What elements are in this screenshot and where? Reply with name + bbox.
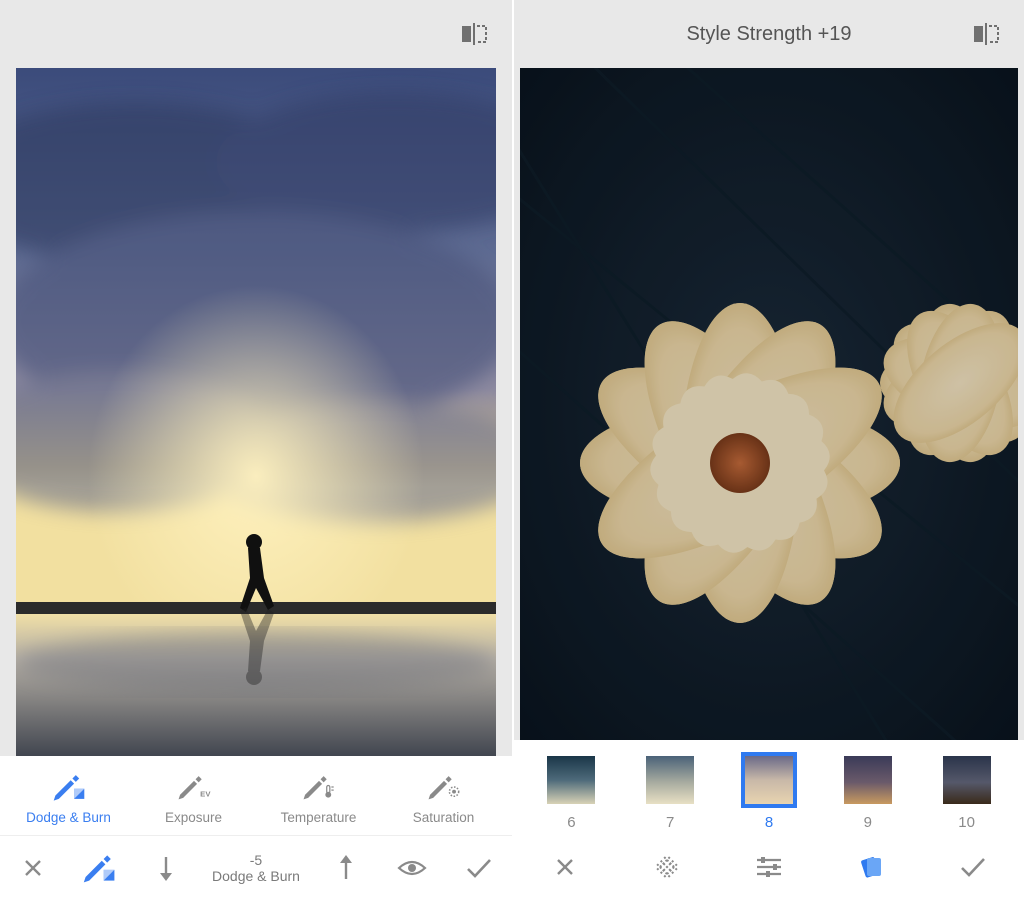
increase-button[interactable] — [318, 855, 374, 881]
value-stepper: -5 Dodge & Burn — [138, 852, 374, 884]
slider-label: Dodge & Burn — [212, 868, 300, 884]
value-readout: -5 Dodge & Burn — [212, 852, 300, 884]
tool-exposure[interactable]: EV Exposure — [144, 770, 244, 825]
left-bottombar: -5 Dodge & Burn — [0, 835, 512, 899]
brush-settings-button[interactable] — [72, 853, 128, 883]
thumb-label: 10 — [958, 814, 975, 831]
tool-temperature[interactable]: Temperature — [269, 770, 369, 825]
style-thumbnail-row: 6 7 8 9 10 — [514, 740, 1024, 835]
style-swatch — [939, 752, 995, 808]
svg-text:EV: EV — [200, 789, 211, 798]
tool-label: Dodge & Burn — [26, 810, 111, 825]
tool-label: Exposure — [165, 810, 222, 825]
cancel-button[interactable] — [530, 855, 600, 879]
style-swatch — [543, 752, 599, 808]
compare-icon[interactable] — [460, 22, 488, 51]
slider-value: -5 — [212, 852, 300, 868]
thumb-label: 7 — [666, 814, 674, 831]
compare-icon[interactable] — [972, 22, 1000, 51]
style-swatch — [840, 752, 896, 808]
style-thumb-7[interactable]: 7 — [642, 752, 698, 831]
tool-label: Temperature — [281, 810, 357, 825]
adjust-sliders-button[interactable] — [734, 855, 804, 879]
left-topbar — [0, 0, 512, 68]
style-thumb-9[interactable]: 9 — [840, 752, 896, 831]
brush-saturation-icon — [427, 770, 461, 804]
right-topbar: Style Strength +19 — [514, 0, 1024, 68]
right-photo-preview[interactable] — [514, 68, 1024, 740]
tool-label: Saturation — [413, 810, 475, 825]
left-photo-preview[interactable] — [0, 68, 512, 756]
right-bottombar — [514, 835, 1024, 899]
apply-button[interactable] — [938, 856, 1008, 878]
tool-dodge-burn[interactable]: Dodge & Burn — [19, 770, 119, 825]
apply-button[interactable] — [451, 857, 507, 879]
style-thumb-10[interactable]: 10 — [939, 752, 995, 831]
style-strength-label: Style Strength +19 — [686, 23, 851, 46]
right-pane: Style Strength +19 — [512, 0, 1024, 899]
thumb-label: 8 — [765, 814, 773, 831]
cancel-button[interactable] — [5, 856, 61, 880]
preview-toggle-button[interactable] — [384, 858, 440, 878]
left-pane: Dodge & Burn EV Exposure Temperature Sat… — [0, 0, 512, 899]
tool-saturation[interactable]: Saturation — [394, 770, 494, 825]
style-swatch — [741, 752, 797, 808]
decrease-button[interactable] — [138, 855, 194, 881]
thumb-label: 9 — [864, 814, 872, 831]
style-thumb-6[interactable]: 6 — [543, 752, 599, 831]
style-swatch — [642, 752, 698, 808]
shuffle-button[interactable] — [632, 852, 702, 882]
brush-tool-row: Dodge & Burn EV Exposure Temperature Sat… — [0, 756, 512, 835]
brush-temperature-icon — [302, 770, 336, 804]
thumb-label: 6 — [567, 814, 575, 831]
left-photo — [16, 68, 496, 756]
styles-button[interactable] — [836, 854, 906, 880]
right-photo — [520, 68, 1018, 740]
brush-exposure-icon: EV — [177, 770, 211, 804]
brush-dodge-burn-icon — [52, 770, 86, 804]
style-thumb-8[interactable]: 8 — [741, 752, 797, 831]
